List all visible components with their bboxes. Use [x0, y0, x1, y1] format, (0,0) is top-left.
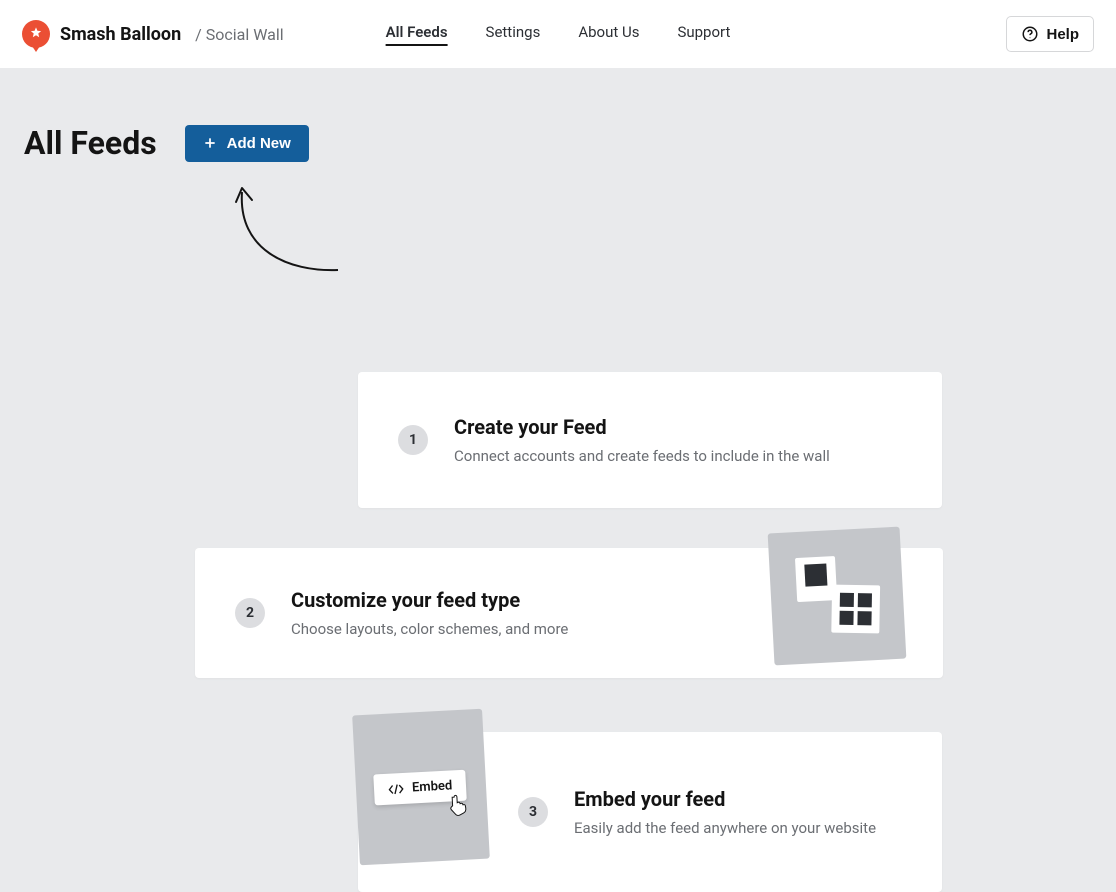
- step-desc-2: Choose layouts, color schemes, and more: [291, 620, 568, 638]
- layout-illustration-icon: [768, 527, 907, 666]
- step-card-2: 2 Customize your feed type Choose layout…: [195, 548, 943, 678]
- nav-about-us[interactable]: About Us: [578, 23, 639, 46]
- step-number-3: 3: [518, 797, 548, 827]
- step-title-3: Embed your feed: [574, 787, 876, 811]
- add-new-button[interactable]: Add New: [185, 125, 309, 162]
- page-title: All Feeds: [24, 124, 157, 162]
- smash-balloon-logo-icon: [22, 20, 50, 48]
- step-title-2: Customize your feed type: [291, 588, 568, 612]
- app-header: Smash Balloon / Social Wall All Feeds Se…: [0, 0, 1116, 68]
- help-icon: [1021, 25, 1039, 43]
- embed-illustration-icon: Embed: [352, 709, 490, 866]
- embed-chip-label: Embed: [412, 778, 453, 795]
- logo-area: Smash Balloon / Social Wall: [22, 20, 284, 48]
- plus-icon: [203, 136, 217, 150]
- code-icon: [388, 782, 405, 795]
- title-row: All Feeds Add New: [0, 68, 1116, 162]
- step-title-1: Create your Feed: [454, 415, 830, 439]
- brand-name: Smash Balloon: [60, 24, 181, 45]
- step-desc-1: Connect accounts and create feeds to inc…: [454, 447, 830, 465]
- step-card-3: Embed 3 Embed your feed Easily add the f…: [358, 732, 942, 892]
- nav-all-feeds[interactable]: All Feeds: [386, 23, 448, 46]
- add-new-label: Add New: [227, 135, 291, 152]
- step-card-1: 1 Create your Feed Connect accounts and …: [358, 372, 942, 508]
- step-text-1: Create your Feed Connect accounts and cr…: [454, 415, 830, 465]
- step-number-1: 1: [398, 425, 428, 455]
- single-layout-icon: [795, 556, 837, 602]
- step-text-2: Customize your feed type Choose layouts,…: [291, 588, 568, 638]
- step-text-3: Embed your feed Easily add the feed anyw…: [574, 787, 876, 837]
- brand-sub: / Social Wall: [195, 25, 283, 44]
- main-nav: All Feeds Settings About Us Support: [386, 23, 731, 46]
- nav-support[interactable]: Support: [677, 23, 730, 46]
- nav-settings[interactable]: Settings: [486, 23, 541, 46]
- onboarding-arrow-icon: [208, 180, 348, 284]
- grid-layout-icon: [831, 585, 880, 634]
- step-desc-3: Easily add the feed anywhere on your web…: [574, 819, 876, 837]
- cursor-hand-icon: [446, 794, 467, 819]
- step-number-2: 2: [235, 598, 265, 628]
- help-label: Help: [1046, 26, 1079, 43]
- help-button[interactable]: Help: [1006, 16, 1094, 52]
